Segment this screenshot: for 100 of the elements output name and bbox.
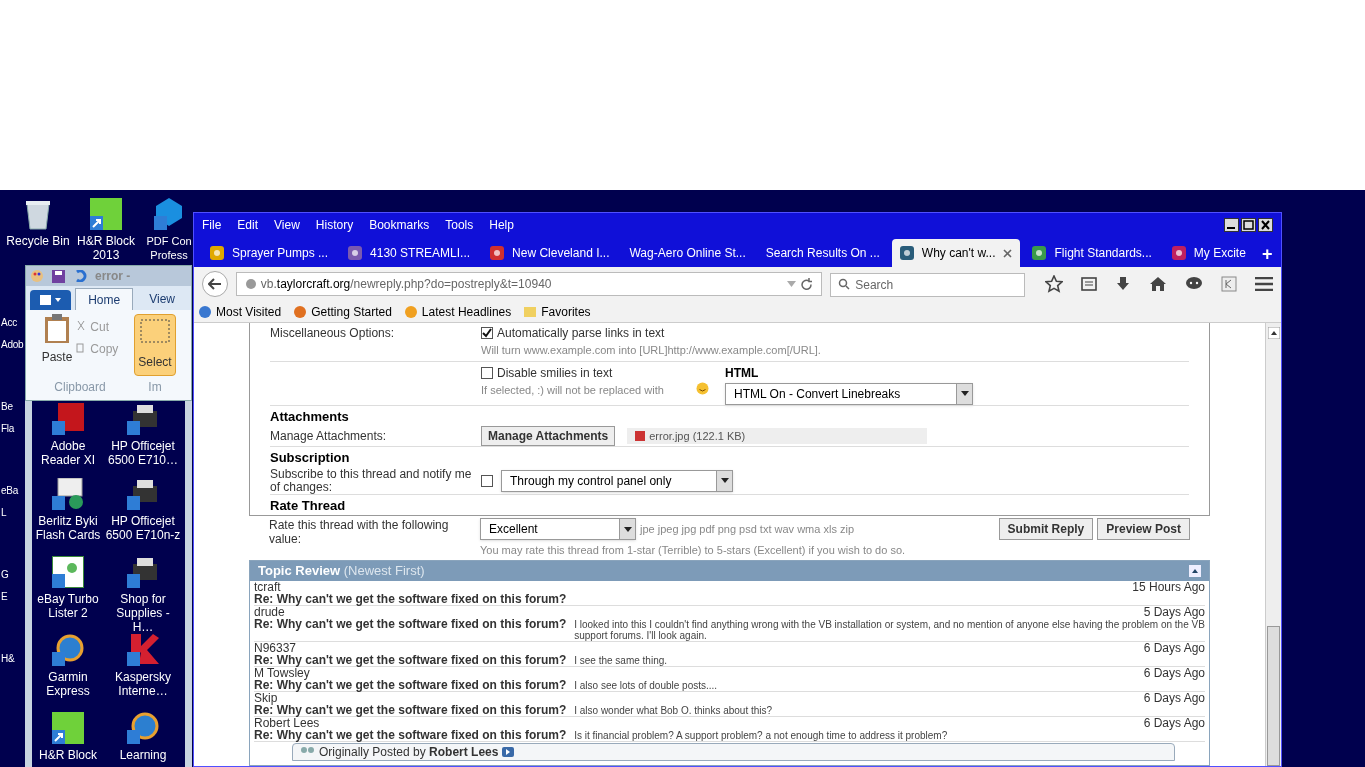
minimize-icon[interactable] [1224, 218, 1239, 232]
file-menu-button[interactable] [30, 290, 72, 310]
help-text: Will turn www.example.com into [URL]http://www.example.com[/URL]. [481, 343, 821, 358]
desktop-icon-label[interactable]: eBay Turbo Lister 2 [30, 592, 106, 620]
panel-title: Topic Review (Newest First) [258, 561, 425, 580]
ribbon-tab[interactable]: Home [75, 288, 134, 310]
browser-tab[interactable]: Flight Standards... [1024, 239, 1160, 267]
group-label: Clipboard [54, 379, 106, 396]
view-post-icon[interactable] [502, 746, 515, 757]
desktop-icon-label: eBa [1, 484, 19, 498]
browser-tab[interactable]: New Cleveland I... [482, 239, 618, 267]
menu-icon[interactable] [1255, 277, 1273, 291]
desktop-icon-label[interactable]: HP Officejet 6500 E710… [105, 439, 181, 467]
favicon-icon [348, 246, 363, 260]
app-shortcut-icon [90, 198, 122, 230]
extension-icon[interactable] [1221, 276, 1237, 292]
post-title: Re: Why can't we get the software fixed on this forum? [254, 703, 567, 716]
bookmark-icon [403, 304, 418, 319]
dropdown[interactable]: Through my control panel only [501, 469, 733, 492]
maximize-icon[interactable] [1241, 218, 1256, 232]
post-time: 6 Days Ago [1143, 716, 1205, 729]
desktop-icon-label[interactable]: H&R Block 2013 [68, 234, 144, 262]
browser-tab[interactable]: Sprayer Pumps ... [202, 239, 337, 267]
desktop-icon-label[interactable]: Learning [119, 748, 167, 762]
home-icon[interactable] [1149, 276, 1167, 292]
bookmark-icon [198, 304, 212, 319]
app-shortcut-icon [52, 556, 84, 588]
post-time: 6 Days Ago [1143, 641, 1205, 654]
checkbox-label[interactable]: Automatically parse links in text [497, 324, 665, 342]
checkbox[interactable] [481, 366, 493, 379]
back-button[interactable] [202, 271, 228, 297]
select-button[interactable]: Select [134, 314, 176, 376]
selection-icon [140, 319, 170, 343]
post-time: 15 Hours Ago [1132, 580, 1205, 593]
favicon-icon [1032, 246, 1047, 260]
menu-item[interactable]: Edit [237, 216, 259, 234]
desktop-icon-label: E [1, 590, 8, 604]
scissors-icon [76, 321, 87, 333]
chat-bubble-icon[interactable] [1185, 276, 1203, 292]
desktop-icon-label[interactable]: PDF Con Profess [146, 234, 192, 262]
post-title: Re: Why can't we get the software fixed on this forum? [254, 617, 567, 630]
browser-tab[interactable]: My Excite [1163, 239, 1254, 267]
browser-tab[interactable]: Why can't w... [891, 239, 1021, 267]
menu-item[interactable]: Help [489, 216, 514, 234]
window-title: error - [95, 268, 131, 285]
form-button[interactable]: Preview Post [1097, 518, 1190, 540]
browser-tab[interactable]: Search Results On ... [757, 239, 888, 267]
dropdown[interactable]: HTML On - Convert Linebreaks [725, 382, 973, 405]
section-heading: Rate Thread [270, 493, 1189, 515]
scroll-up-icon[interactable] [1267, 327, 1280, 339]
ribbon-tab[interactable]: View [137, 288, 187, 310]
favicon-icon [210, 246, 224, 260]
recycle-bin-icon [24, 198, 52, 230]
save-icon[interactable] [52, 269, 65, 283]
menu-item[interactable]: View [274, 216, 300, 234]
scrollbar-thumb[interactable] [1267, 626, 1280, 766]
paste-button[interactable]: Paste [41, 348, 73, 366]
desktop-icon-label[interactable]: H&R Block [39, 748, 97, 762]
checkbox[interactable] [481, 327, 493, 339]
download-icon[interactable] [1115, 276, 1131, 292]
close-icon[interactable] [1258, 218, 1273, 232]
checkbox-label[interactable]: Disable smilies in text [497, 363, 613, 382]
help-text: If selected, :) will not be replaced with [481, 382, 665, 398]
reading-list-icon[interactable] [1081, 276, 1097, 292]
post-author: N96337 [254, 641, 297, 654]
menu-item[interactable]: History [315, 216, 354, 234]
address-field[interactable]: vb.taylorcraft.org/newreply.php?do=postreply&t=10940 [235, 272, 823, 296]
desktop-icon-label[interactable]: Garmin Express [30, 670, 106, 698]
desktop-icon-label[interactable]: Shop for Supplies - H… [105, 592, 181, 634]
desktop-icon-label[interactable]: HP Officejet 6500 E710n-z [105, 514, 181, 542]
desktop-icon-label[interactable]: Adobe Reader XI [30, 439, 106, 467]
desktop-icon-label: L [1, 506, 7, 520]
browser-tab[interactable]: Wag-Aero Online St... [621, 239, 754, 267]
menu-item[interactable]: File [202, 216, 222, 234]
desktop-icon-label[interactable]: Kaspersky Interne… [105, 670, 181, 698]
post-excerpt: I looked into this I couldn't find anything wrong with the VB installation or system, and no mention of anyone else having the problem on the VB support forums. I'll look again. [574, 618, 1205, 641]
search-icon [838, 278, 851, 290]
form-button[interactable]: Submit Reply [998, 518, 1094, 540]
bookmark-item[interactable]: Most Visited [198, 302, 282, 321]
desktop-icon-label[interactable]: Recycle Bin [6, 234, 70, 248]
manage-attachments-button[interactable]: Manage Attachments [481, 426, 616, 446]
reload-icon[interactable] [800, 277, 814, 291]
star-icon[interactable] [1045, 275, 1063, 293]
bookmark-item[interactable]: Getting Started [293, 302, 392, 321]
app-shortcut-icon [52, 478, 84, 510]
close-tab-icon[interactable] [1003, 248, 1013, 258]
new-tab-button[interactable]: + [1257, 245, 1277, 263]
bookmark-item[interactable]: Favorites [523, 302, 591, 321]
collapse-icon[interactable] [1189, 564, 1201, 577]
copy-icon [76, 343, 87, 355]
bookmark-item[interactable]: Latest Headlines [403, 302, 512, 321]
search-field[interactable]: Search [830, 273, 1025, 297]
browser-tab[interactable]: 4130 STREAMLI... [340, 239, 479, 267]
dropdown[interactable]: Excellent [480, 518, 636, 540]
favicon-icon [899, 246, 914, 260]
menu-item[interactable]: Bookmarks [369, 216, 430, 234]
bookmark-icon [293, 304, 308, 319]
menu-item[interactable]: Tools [445, 216, 474, 234]
checkbox[interactable] [481, 474, 493, 487]
desktop-icon-label[interactable]: Berlitz Byki Flash Cards [30, 514, 106, 542]
